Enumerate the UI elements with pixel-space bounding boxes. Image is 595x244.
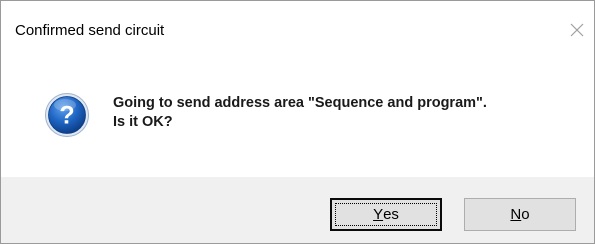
dialog-body: ? Going to send address area "Sequence a…: [1, 65, 594, 177]
close-icon: [570, 23, 584, 37]
dialog-title: Confirmed send circuit: [15, 22, 165, 39]
title-bar: Confirmed send circuit: [1, 1, 594, 65]
question-icon: ?: [45, 93, 89, 137]
confirm-dialog: Confirmed send circuit ? Going to send a…: [0, 0, 595, 244]
yes-button-label-rest: es: [383, 206, 399, 223]
yes-button-mnemonic: Y: [373, 206, 384, 223]
no-button-mnemonic: N: [510, 206, 522, 223]
no-button[interactable]: No: [464, 198, 576, 231]
yes-button[interactable]: Yes: [330, 198, 442, 231]
message-line-2: Is it OK?: [113, 114, 173, 130]
no-button-label-rest: o: [521, 206, 530, 223]
close-button[interactable]: [562, 15, 592, 45]
svg-text:?: ?: [59, 102, 74, 130]
button-bar: Yes No: [1, 177, 594, 243]
message-line-1: Going to send address area "Sequence and…: [113, 95, 487, 111]
dialog-message: Going to send address area "Sequence and…: [113, 94, 487, 132]
